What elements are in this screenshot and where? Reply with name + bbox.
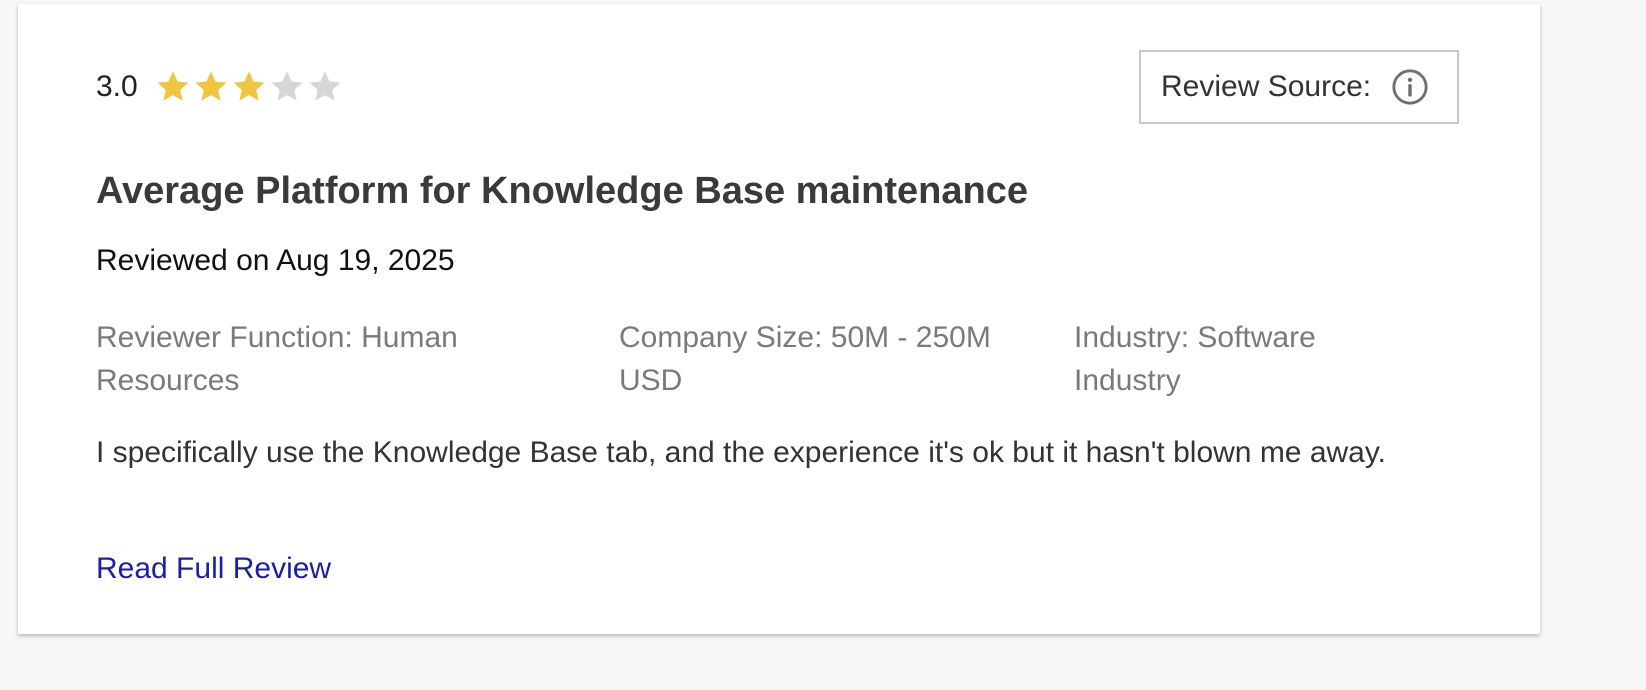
read-full-review-link[interactable]: Read Full Review — [96, 552, 331, 586]
star-icon — [157, 71, 189, 101]
review-source-label: Review Source: — [1161, 70, 1372, 103]
company-size: Company Size: 50M - 250M USD — [619, 321, 991, 397]
reviewer-function: Reviewer Function: Human Resources — [96, 321, 458, 397]
review-title: Average Platform for Knowledge Base main… — [96, 170, 1028, 212]
star-icon — [271, 71, 303, 101]
review-source: Review Source: — [1139, 50, 1459, 124]
review-body: I specifically use the Knowledge Base ta… — [96, 436, 1386, 469]
star-icon — [195, 71, 227, 101]
rating: 3.0 — [96, 68, 344, 106]
star-rating — [154, 68, 344, 106]
star-icon — [309, 71, 341, 101]
star-icon — [233, 71, 265, 101]
info-icon[interactable] — [1391, 68, 1429, 106]
rating-value: 3.0 — [96, 70, 138, 103]
industry: Industry: Software Industry — [1074, 321, 1316, 397]
review-date: Reviewed on Aug 19, 2025 — [96, 244, 455, 277]
review-card: 3.0 Review Source: Average Platform for … — [18, 4, 1540, 634]
